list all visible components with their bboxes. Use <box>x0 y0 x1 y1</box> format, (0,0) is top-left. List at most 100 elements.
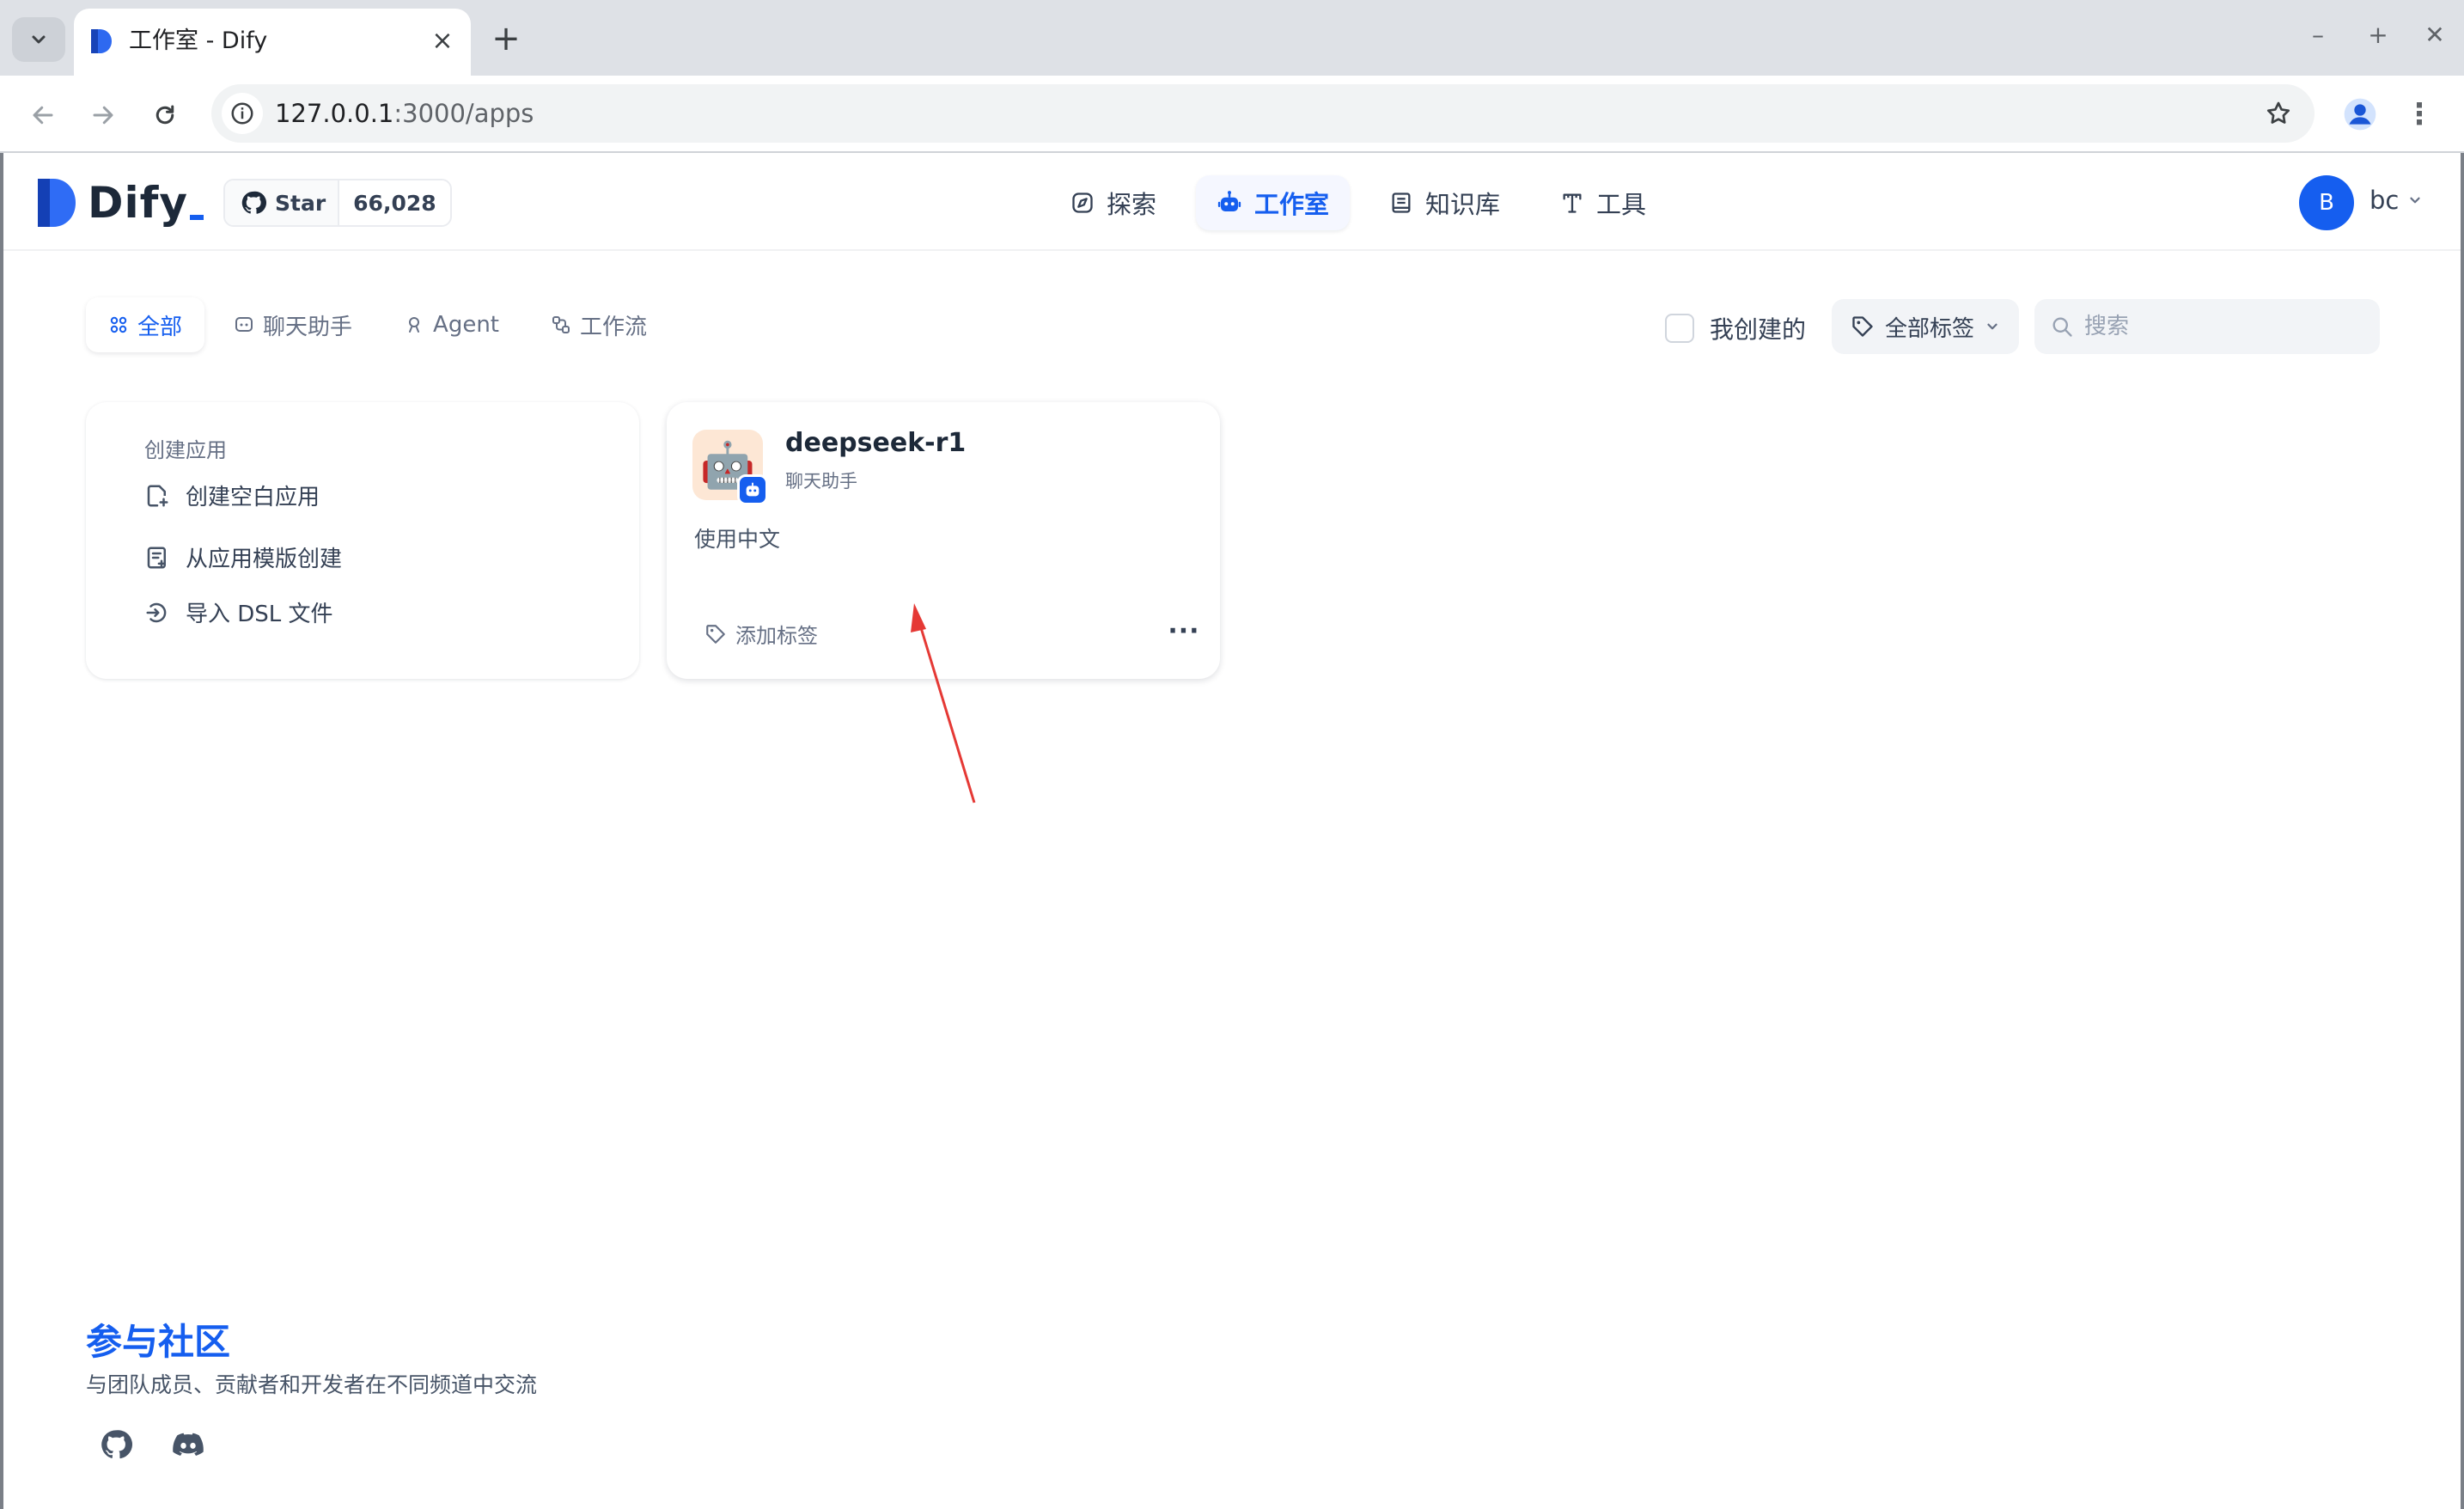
tag-filter-label: 全部标签 <box>1885 315 1975 342</box>
create-blank-app-button[interactable]: 创建空白应用 <box>144 480 320 511</box>
robot-icon <box>1217 191 1241 211</box>
create-app-card: 创建应用 创建空白应用 从应用模版创建 导入 DSL 文件 <box>86 402 639 679</box>
browser-tabstrip: 工作室 - Dify × + – + ✕ <box>0 0 2464 76</box>
nav-knowledge[interactable]: 知识库 <box>1369 175 1521 230</box>
chat-icon <box>235 317 253 332</box>
tab-workflow[interactable]: 工作流 <box>528 297 669 352</box>
annotation-arrow <box>911 603 976 803</box>
app-card[interactable]: 🤖 deepseek-r1 聊天助手 使用中文 添加标签 ··· <box>667 402 1220 679</box>
back-button[interactable] <box>21 93 65 137</box>
tab-title: 工作室 - Dify <box>129 27 268 54</box>
arrow-right-icon <box>93 106 113 125</box>
arrow-left-icon <box>33 106 53 125</box>
more-options-icon[interactable]: ··· <box>1165 614 1203 648</box>
close-window-button[interactable]: ✕ <box>2416 15 2454 53</box>
github-star-label-box: Star <box>225 180 338 225</box>
user-menu[interactable]: bc <box>2369 186 2423 215</box>
github-star-button[interactable]: Star 66,028 <box>223 179 452 227</box>
nav-explore-label: 探索 <box>1107 190 1157 219</box>
chevron-down-icon <box>1987 323 1997 330</box>
create-from-template-button[interactable]: 从应用模版创建 <box>144 541 342 573</box>
tab-agent[interactable]: Agent <box>381 297 521 352</box>
import-icon <box>146 602 167 622</box>
tab-chat-label: 聊天助手 <box>263 314 353 340</box>
github-star-label: Star <box>275 190 326 216</box>
logo-text: Dify <box>88 178 188 228</box>
app-type-tabs: 全部 聊天助手 Agent 工作流 <box>86 297 669 352</box>
nav-tools[interactable]: 工具 <box>1540 175 1667 230</box>
nav-tools-label: 工具 <box>1596 190 1647 219</box>
robot-icon <box>746 482 759 497</box>
add-tag-label: 添加标签 <box>735 624 818 648</box>
avatar[interactable]: B <box>2299 175 2354 230</box>
window-frame-right <box>2461 153 2464 1509</box>
address-bar[interactable]: 127.0.0.1:3000/apps <box>211 84 2315 143</box>
created-by-me-label: 我创建的 <box>1710 315 1807 344</box>
user-name: bc <box>2369 186 2400 215</box>
url-path: :3000/apps <box>393 99 534 128</box>
url-text: 127.0.0.1:3000/apps <box>275 97 534 130</box>
site-info-button[interactable] <box>222 93 263 134</box>
grid-icon <box>110 316 127 333</box>
minimize-button[interactable]: – <box>2299 15 2337 53</box>
nav-explore[interactable]: 探索 <box>1050 175 1177 230</box>
browser-tab[interactable]: 工作室 - Dify × <box>74 9 471 76</box>
community-title: 参与社区 <box>86 1321 231 1363</box>
community-github-link[interactable] <box>98 1427 134 1463</box>
tab-chat[interactable]: 聊天助手 <box>211 297 375 352</box>
search-icon <box>2052 317 2072 337</box>
reload-button[interactable] <box>143 93 187 137</box>
maximize-button[interactable]: + <box>2359 15 2397 53</box>
agent-icon <box>409 317 420 333</box>
discord-icon <box>173 1433 204 1456</box>
tab-search-button[interactable] <box>12 17 65 62</box>
dify-app: Dify Star 66,028 探索 工作室 知识库 工具 B bc 全部 聊… <box>3 155 2461 1509</box>
dify-logo-icon <box>38 179 76 227</box>
create-from-template-label: 从应用模版创建 <box>186 547 343 572</box>
created-by-me-filter[interactable]: 我创建的 <box>1665 311 1806 345</box>
new-tab-button[interactable]: + <box>486 19 526 58</box>
tag-filter-dropdown[interactable]: 全部标签 <box>1832 299 2020 354</box>
bookmark-button[interactable] <box>2261 96 2296 131</box>
created-by-me-checkbox[interactable] <box>1665 314 1694 343</box>
search-box[interactable] <box>2034 299 2380 354</box>
community-subtitle: 与团队成员、贡献者和开发者在不同频道中交流 <box>86 1372 538 1397</box>
info-icon <box>231 102 253 125</box>
tag-icon <box>706 624 725 644</box>
add-tag-button[interactable]: 添加标签 <box>704 619 818 649</box>
file-plus-icon <box>147 485 168 506</box>
star-icon <box>2266 101 2290 124</box>
browser-menu-icon[interactable]: ⋮ <box>2402 93 2437 136</box>
profile-button[interactable] <box>2339 93 2382 136</box>
search-input[interactable] <box>2084 314 2368 339</box>
tag-icon <box>1852 316 1873 337</box>
chevron-down-icon <box>2410 197 2420 204</box>
main-nav: 探索 工作室 知识库 工具 <box>1050 175 1667 230</box>
reload-icon <box>156 105 174 125</box>
tab-all[interactable]: 全部 <box>86 297 205 352</box>
tab-agent-label: Agent <box>433 312 499 338</box>
github-icon <box>241 191 266 214</box>
create-blank-app-label: 创建空白应用 <box>186 485 320 510</box>
url-host: 127.0.0.1 <box>275 99 394 128</box>
forward-button[interactable] <box>81 93 125 137</box>
nav-studio-label: 工作室 <box>1254 190 1330 219</box>
dify-logo[interactable]: Dify <box>34 177 204 229</box>
tab-close-icon[interactable]: × <box>426 24 459 57</box>
github-star-count: 66,028 <box>338 180 450 225</box>
community-discord-link[interactable] <box>170 1427 206 1463</box>
explore-icon <box>1072 192 1093 213</box>
tab-workflow-label: 工作流 <box>580 314 648 340</box>
file-template-icon <box>147 547 166 568</box>
workflow-icon <box>552 316 570 333</box>
nav-studio[interactable]: 工作室 <box>1196 175 1351 230</box>
app-mode: 聊天助手 <box>785 471 857 492</box>
tab-all-label: 全部 <box>137 314 183 340</box>
app-description: 使用中文 <box>694 527 781 552</box>
browser-toolbar: 127.0.0.1:3000/apps ⋮ <box>0 76 2464 153</box>
import-dsl-button[interactable]: 导入 DSL 文件 <box>144 596 333 628</box>
person-icon <box>2344 98 2376 131</box>
dify-favicon-icon <box>91 29 112 53</box>
import-dsl-label: 导入 DSL 文件 <box>186 602 333 627</box>
app-name: deepseek-r1 <box>785 428 967 458</box>
